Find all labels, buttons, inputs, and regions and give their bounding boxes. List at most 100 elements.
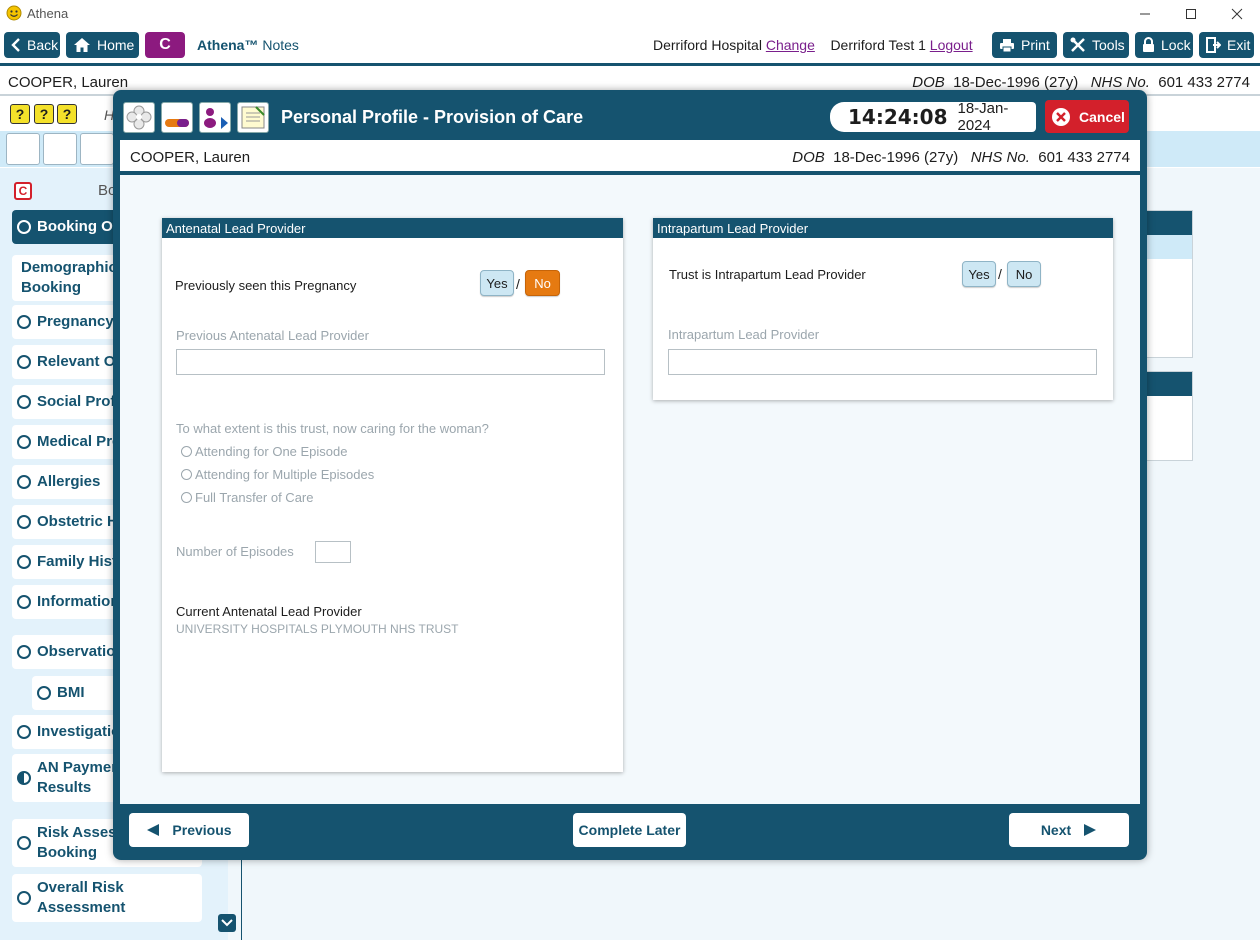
home-button[interactable]: Home — [66, 32, 139, 58]
sidebar-item-label: Risk Assess Booking — [37, 824, 125, 861]
patient-tab-icon[interactable] — [80, 133, 114, 165]
status-circle-icon — [17, 355, 31, 369]
antenatal-panel-heading: Antenatal Lead Provider — [162, 218, 623, 238]
dialog-patient-identifiers: DOB 18-Dec-1996 (27y) NHS No. 601 433 27… — [792, 149, 1130, 166]
print-button[interactable]: Print — [992, 32, 1057, 58]
window-title-bar: Athena — [0, 0, 1260, 27]
close-window-button[interactable] — [1214, 0, 1260, 27]
arrow-left-icon — [147, 824, 160, 836]
athena-logo-icon — [6, 5, 22, 21]
intrapartum-panel-heading: Intrapartum Lead Provider — [653, 218, 1113, 238]
patient-icon[interactable] — [199, 102, 231, 133]
sidebar-item-label: Pregnancy I — [37, 313, 123, 330]
status-circle-icon — [17, 435, 31, 449]
brand-name: Athena™ — [197, 37, 259, 53]
dialog-title: Personal Profile - Provision of Care — [281, 107, 584, 127]
home-icon — [74, 38, 90, 52]
sidebar-item-label: BMI — [57, 684, 85, 701]
intrapartum-provider-input[interactable] — [668, 349, 1097, 375]
complete-later-button[interactable]: Complete Later — [573, 813, 686, 847]
next-label: Next — [1040, 822, 1072, 838]
minimize-button[interactable] — [1122, 0, 1168, 27]
dialog-patient-bar: COOPER, Lauren DOB 18-Dec-1996 (27y) NHS… — [120, 140, 1140, 174]
yes-no-separator: / — [516, 276, 520, 292]
status-circle-icon — [37, 686, 51, 700]
window-title: Athena — [27, 6, 69, 21]
tools-icon — [1070, 37, 1085, 52]
hospital-info: Derriford Hospital Change Derriford Test… — [653, 37, 973, 53]
sidebar-item-label: Allergies — [37, 473, 101, 490]
clock-display: 14:24:08 18-Jan-2024 — [830, 100, 1036, 134]
tools-label: Tools — [1092, 37, 1125, 53]
previous-provider-label: Previous Antenatal Lead Provider — [176, 328, 369, 343]
dob-label: DOB — [912, 74, 945, 91]
status-circle-icon — [17, 220, 31, 234]
help-icon[interactable]: ? — [34, 104, 54, 124]
hospital-name: Derriford Hospital — [653, 37, 762, 53]
printer-icon — [1000, 38, 1014, 52]
previous-button[interactable]: Previous — [129, 813, 249, 847]
clock-time: 14:24:08 — [848, 105, 948, 129]
intrapartum-provider-label: Intrapartum Lead Provider — [668, 327, 820, 342]
extent-option[interactable]: Attending for Multiple Episodes — [181, 467, 374, 482]
help-list-icon[interactable]: ? — [10, 104, 30, 124]
radio-icon — [181, 446, 192, 457]
dialog-footer: Previous Complete Later Next — [118, 804, 1140, 856]
help-query-icon[interactable]: ? — [57, 104, 77, 124]
extent-option[interactable]: Full Transfer of Care — [181, 490, 314, 505]
clinical-c-button[interactable]: C — [145, 32, 185, 58]
clock-date: 18-Jan-2024 — [957, 100, 1009, 134]
nhs-label: NHS No. — [1090, 74, 1150, 91]
extent-option-label: Attending for One Episode — [195, 444, 348, 459]
lock-button[interactable]: Lock — [1135, 32, 1193, 58]
status-circle-icon — [17, 515, 31, 529]
status-circle-icon — [17, 395, 31, 409]
exit-icon — [1206, 37, 1221, 53]
previously-seen-no-button[interactable]: No — [525, 270, 560, 296]
change-hospital-link[interactable]: Change — [766, 37, 815, 53]
logout-link[interactable]: Logout — [930, 37, 973, 53]
maximize-button[interactable] — [1168, 0, 1214, 27]
cancel-button[interactable]: Cancel — [1045, 100, 1129, 133]
status-circle-icon — [17, 836, 31, 850]
next-button[interactable]: Next — [1009, 813, 1129, 847]
previously-seen-yes-button[interactable]: Yes — [480, 270, 514, 296]
trust-intrapartum-no-button[interactable]: No — [1007, 261, 1041, 287]
sidebar-item-label: Observation — [37, 643, 125, 660]
flower-icon[interactable] — [123, 102, 155, 133]
lock-label: Lock — [1161, 37, 1191, 53]
cancel-label: Cancel — [1079, 108, 1125, 125]
extent-option-label: Attending for Multiple Episodes — [195, 467, 375, 482]
previous-provider-input[interactable] — [176, 349, 605, 375]
status-circle-icon — [17, 891, 31, 905]
arrow-right-icon — [1084, 824, 1097, 836]
medication-icon[interactable] — [161, 102, 193, 133]
tools-button[interactable]: Tools — [1063, 32, 1129, 58]
medication-tab-icon[interactable] — [43, 133, 77, 165]
exit-label: Exit — [1227, 37, 1251, 53]
status-circle-icon — [17, 475, 31, 489]
sidebar-item-label: Medical Pro — [37, 433, 122, 450]
number-of-episodes-input[interactable] — [315, 541, 351, 563]
dob-value: 18-Dec-1996 (27y) — [953, 74, 1079, 91]
extent-option[interactable]: Attending for One Episode — [181, 444, 348, 459]
flower-tab-icon[interactable] — [6, 133, 40, 165]
status-circle-icon — [17, 595, 31, 609]
notes-icon[interactable] — [237, 102, 269, 133]
status-circle-icon — [17, 555, 31, 569]
athena-brand: Athena™ Notes — [197, 37, 299, 53]
sidebar-item-label: Social Profil — [37, 393, 124, 410]
trust-intrapartum-yes-button[interactable]: Yes — [962, 261, 996, 287]
current-provider-value: UNIVERSITY HOSPITALS PLYMOUTH NHS TRUST — [176, 622, 459, 636]
current-provider-label: Current Antenatal Lead Provider — [176, 604, 362, 619]
intrapartum-yes-no-separator: / — [998, 266, 1002, 282]
sidebar-item[interactable]: Overall Risk Assessment — [12, 874, 202, 922]
patient-identifiers: DOB 18-Dec-1996 (27y) NHS No. 601 433 27… — [912, 74, 1250, 91]
chevron-down-icon — [221, 919, 233, 927]
scroll-down-button[interactable] — [218, 914, 236, 932]
brand-suffix: Notes — [262, 37, 299, 53]
exit-button[interactable]: Exit — [1199, 32, 1254, 58]
back-button[interactable]: Back — [4, 32, 60, 58]
sidebar-item-label: AN Paymen Results — [37, 759, 121, 796]
patient-name: COOPER, Lauren — [8, 74, 129, 91]
